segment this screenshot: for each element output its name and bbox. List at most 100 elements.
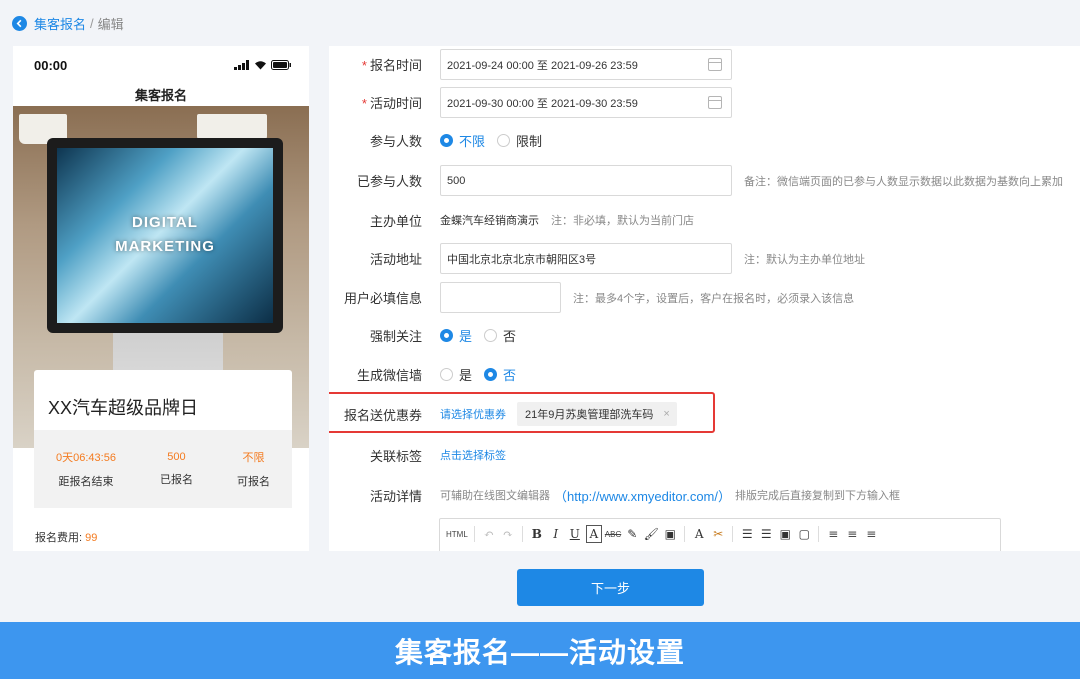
address-label: 活动地址 bbox=[369, 252, 422, 267]
undo-button[interactable]: ↶ bbox=[481, 525, 497, 543]
force-follow-label: 强制关注 bbox=[369, 328, 422, 344]
participants-unlimited-radio[interactable]: 不限 bbox=[440, 131, 485, 150]
caption-banner: 集客报名——活动设置 bbox=[0, 622, 1080, 679]
activity-settings-form: * 报名时间 2021-09-24 00:00 至 2021-09-26 23:5… bbox=[329, 46, 1080, 551]
strikethrough-button[interactable]: ABC bbox=[605, 525, 621, 543]
html-source-button[interactable]: HTML bbox=[446, 525, 468, 543]
format-painter-icon[interactable]: 🖌 bbox=[643, 525, 659, 543]
coupon-tag-label: 21年9月苏奥管理部洗车码 bbox=[525, 409, 654, 421]
phone-page-title: 集客报名 bbox=[134, 88, 187, 103]
required-info-note: 注：最多4个字，设置后，客户在报名时，必须录入该信息 bbox=[573, 292, 855, 305]
joined-count-note: 备注：微信端页面的已参与人数显示数据以此数据为基数向上累加 bbox=[744, 175, 1063, 188]
stat-countdown: 0天06:43:56 距报名结束 bbox=[56, 449, 116, 489]
editor-toolbar: HTML ↶ ↷ B I U A ABC ✎ 🖌 ▣ A ✂ ☰ ☰ ▣ ▢ ≡… bbox=[440, 519, 1000, 549]
row-signup-time: * 报名时间 2021-09-24 00:00 至 2021-09-26 23:5… bbox=[329, 49, 1080, 80]
row-joined-count: 已参与人数 500 备注：微信端页面的已参与人数显示数据以此数据为基数向上累加 bbox=[329, 165, 1080, 196]
editor-url-link[interactable]: （http://www.xmyeditor.com/） bbox=[554, 486, 731, 505]
signup-time-input[interactable]: 2021-09-24 00:00 至 2021-09-26 23:59 bbox=[440, 49, 732, 80]
force-follow-no-radio[interactable]: 否 bbox=[484, 326, 516, 345]
select-tags-link[interactable]: 点击选择标签 bbox=[440, 447, 506, 463]
row-address: 活动地址 中国北京北京北京市朝阳区3号 注：默认为主办单位地址 bbox=[329, 243, 1080, 274]
coupon-tag: 21年9月苏奥管理部洗车码 × bbox=[517, 402, 677, 426]
calendar-icon[interactable] bbox=[708, 96, 722, 109]
screen-text-digital: DIGITAL bbox=[132, 214, 198, 231]
row-organizer: 主办单位 金蝶汽车经销商演示 注：非必填，默认为当前门店 bbox=[329, 208, 1080, 232]
event-title: XX汽车超级品牌日 bbox=[34, 370, 292, 430]
row-coupon: 报名送优惠券 请选择优惠券 21年9月苏奥管理部洗车码 × bbox=[329, 402, 1080, 426]
fee-value: 99 bbox=[85, 532, 98, 544]
screen-text-marketing: MARKETING bbox=[115, 238, 215, 255]
status-time: 00:00 bbox=[34, 57, 68, 73]
line-height-icon[interactable]: ≡ bbox=[863, 525, 879, 543]
required-info-label: 用户必填信息 bbox=[343, 291, 422, 306]
stat-label: 距报名结束 bbox=[58, 476, 114, 488]
organizer-value: 金蝶汽车经销商演示 bbox=[440, 215, 539, 227]
details-hint-before: 可辅助在线图文编辑器 bbox=[440, 490, 550, 502]
next-step-button[interactable]: 下一步 bbox=[517, 569, 704, 606]
signal-icon bbox=[234, 60, 249, 70]
participants-limit-radio[interactable]: 限制 bbox=[497, 131, 542, 150]
select-coupon-link[interactable]: 请选择优惠券 bbox=[440, 406, 506, 422]
redo-button[interactable]: ↷ bbox=[500, 525, 516, 543]
document-icon[interactable]: ▢ bbox=[796, 525, 812, 543]
eraser-icon[interactable]: ✎ bbox=[624, 525, 640, 543]
tags-label: 关联标签 bbox=[369, 448, 422, 464]
paste-icon[interactable]: ▣ bbox=[662, 525, 678, 543]
row-participants: 参与人数 不限 限制 bbox=[329, 128, 1080, 152]
stat-value: 500 bbox=[167, 451, 186, 463]
back-arrow-icon[interactable] bbox=[12, 15, 27, 31]
stat-registered: 500 已报名 bbox=[160, 451, 193, 487]
highlight-color-icon[interactable]: ✂ bbox=[710, 525, 726, 543]
ordered-list-icon[interactable]: ☰ bbox=[739, 525, 755, 543]
signup-time-label: * 报名时间 bbox=[361, 58, 422, 73]
align-icon[interactable]: ≡ bbox=[825, 525, 841, 543]
breadcrumb-link[interactable]: 集客报名 bbox=[34, 14, 86, 33]
stat-label: 已报名 bbox=[159, 474, 193, 486]
bold-button[interactable]: B bbox=[529, 525, 545, 543]
border-button[interactable]: A bbox=[585, 525, 602, 543]
coupon-label: 报名送优惠券 bbox=[343, 407, 422, 423]
event-stats: 0天06:43:56 距报名结束 500 已报名 不限 可报名 bbox=[34, 430, 292, 508]
breadcrumb-current: 编辑 bbox=[97, 16, 124, 32]
details-hint-after: 排版完成后直接复制到下方输入框 bbox=[735, 490, 900, 502]
breadcrumb: 集客报名 / 编辑 bbox=[12, 13, 124, 33]
organizer-note: 注：非必填，默认为当前门店 bbox=[551, 215, 694, 227]
underline-button[interactable]: U bbox=[567, 525, 583, 543]
row-details: 活动详情 可辅助在线图文编辑器 （http://www.xmyeditor.co… bbox=[329, 483, 1080, 507]
vertical-align-icon[interactable]: ≡ bbox=[844, 525, 860, 543]
row-force-follow: 强制关注 是 否 bbox=[329, 323, 1080, 347]
wechat-wall-label: 生成微信墙 bbox=[356, 367, 422, 383]
participants-label: 参与人数 bbox=[369, 133, 422, 149]
wechat-wall-no-radio[interactable]: 否 bbox=[484, 365, 516, 384]
wechat-wall-yes-radio[interactable]: 是 bbox=[440, 365, 472, 384]
italic-button[interactable]: I bbox=[548, 525, 564, 543]
fee-label: 报名费用: bbox=[35, 532, 83, 544]
breadcrumb-separator: / bbox=[90, 15, 94, 31]
force-follow-yes-radio[interactable]: 是 bbox=[440, 326, 472, 345]
activity-time-label: * 活动时间 bbox=[361, 96, 422, 111]
monitor: DIGITAL MARKETING bbox=[47, 138, 283, 333]
coupon-tag-close-icon[interactable]: × bbox=[663, 408, 669, 420]
stat-label: 可报名 bbox=[236, 476, 270, 488]
monitor-screen: DIGITAL MARKETING bbox=[57, 148, 273, 323]
calendar-icon[interactable] bbox=[708, 58, 722, 71]
stat-value: 不限 bbox=[242, 452, 265, 464]
row-wechat-wall: 生成微信墙 是 否 bbox=[329, 362, 1080, 386]
status-icons bbox=[234, 60, 291, 70]
rich-text-editor[interactable]: HTML ↶ ↷ B I U A ABC ✎ 🖌 ▣ A ✂ ☰ ☰ ▣ ▢ ≡… bbox=[439, 518, 1001, 551]
activity-time-input[interactable]: 2021-09-30 00:00 至 2021-09-30 23:59 bbox=[440, 87, 732, 118]
image-icon[interactable]: ▣ bbox=[777, 525, 793, 543]
joined-count-input[interactable]: 500 bbox=[440, 165, 732, 196]
signup-fee: 报名费用: 99 bbox=[35, 529, 97, 545]
phone-status-bar: 00:00 bbox=[13, 46, 309, 84]
unordered-list-icon[interactable]: ☰ bbox=[758, 525, 774, 543]
row-tags: 关联标签 点击选择标签 bbox=[329, 443, 1080, 467]
required-info-input[interactable] bbox=[440, 282, 561, 313]
joined-count-label: 已参与人数 bbox=[356, 174, 422, 189]
font-color-button[interactable]: A bbox=[691, 525, 707, 543]
wifi-icon bbox=[255, 61, 266, 70]
address-input[interactable]: 中国北京北京北京市朝阳区3号 bbox=[440, 243, 732, 274]
address-note: 注：默认为主办单位地址 bbox=[744, 253, 865, 266]
organizer-label: 主办单位 bbox=[369, 213, 422, 229]
phone-preview: 00:00 集客报名 DIGITAL MARKETING XX汽车超级品牌日 0… bbox=[13, 46, 309, 551]
